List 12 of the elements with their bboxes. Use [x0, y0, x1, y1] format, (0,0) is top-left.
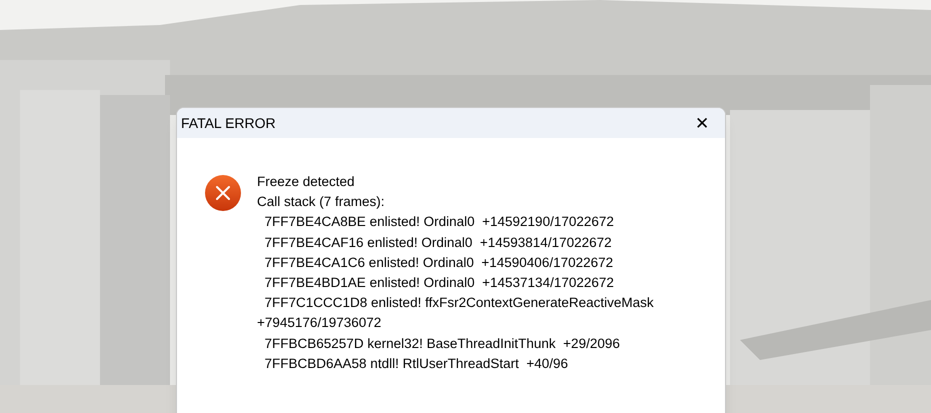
stack-frame-text: 7FF7BE4CAF16 enlisted! Ordinal0 +14593814/17022672 [264, 234, 613, 252]
stack-frame-text: 7FFBCBD6AA58 ntdll! RtlUserThreadStart +40/96 [264, 354, 570, 373]
window-title: FATAL ERROR [181, 114, 276, 132]
stack-frame-text: 7FF7BE4CA8BE enlisted! Ordinal0 +14592190/17022672 [264, 213, 615, 232]
error-icon [205, 175, 241, 211]
message-text: Call stack (7 frames): [257, 193, 386, 212]
stack-frame-text: 7FF7C1CCC1D8 enlisted! ffxFsr2ContextGenerateReactiveMask +7945176/19736072 [257, 294, 655, 332]
stack-frame-text: 7FFBCB65257D kernel32! BaseThreadInitThunk +29/2096 [264, 334, 621, 353]
message-text: Freeze detected [257, 173, 356, 191]
stack-frame-text: 7FF7BE4CA1C6 enlisted! Ordinal0 +14590406/17022672 [264, 254, 614, 272]
stack-frame-text: 7FF7BE4BD1AE enlisted! Ordinal0 +14537134/17022672 [264, 274, 615, 292]
close-button[interactable]: ✕ [691, 114, 713, 132]
